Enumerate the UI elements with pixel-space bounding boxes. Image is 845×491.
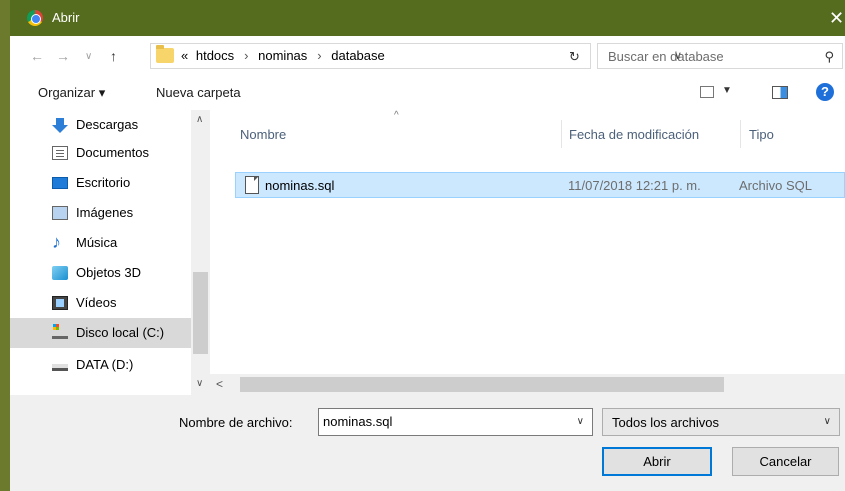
sidebar-item-videos[interactable]: Vídeos [10,288,191,318]
sidebar-item-documentos[interactable]: Documentos [10,138,191,168]
column-header-type[interactable]: Tipo [749,110,839,148]
sidebar-item-data-drive[interactable]: DATA (D:) [10,350,191,380]
column-header-name[interactable]: Nombre [240,110,560,148]
preview-pane-icon[interactable] [772,86,788,99]
scroll-up-icon[interactable]: ∧ [196,114,203,125]
chrome-icon [27,10,43,26]
address-bar[interactable]: « htdocs › nominas › database ∨ [150,43,682,69]
footer-pane: Nombre de archivo: ∨ Todos los archivos … [10,395,845,491]
sidebar-item-label: Escritorio [76,175,131,190]
help-icon[interactable]: ? [816,83,834,101]
file-type: Archivo SQL [739,178,812,193]
chevron-right-icon[interactable]: › [244,48,248,63]
forward-arrow-icon[interactable]: → [56,48,70,64]
scroll-left-icon[interactable]: < [216,377,223,391]
sidebar-item-label: Documentos [76,145,149,160]
breadcrumb-item-database[interactable]: database [331,48,385,63]
breadcrumb-overflow[interactable]: « [181,48,188,63]
download-icon [52,118,68,133]
file-icon [245,176,259,194]
back-arrow-icon[interactable]: ← [30,48,44,64]
sidebar-item-objetos-3d[interactable]: Objetos 3D [10,258,191,288]
chevron-right-icon[interactable]: › [317,48,321,63]
navigation-pane: Descargas Documentos Escritorio Imágenes… [10,110,210,395]
file-name: nominas.sql [265,178,335,193]
3d-objects-icon [52,266,68,280]
organize-button[interactable]: Organizar ▾ [38,85,105,101]
images-icon [52,206,68,220]
column-header-label: Fecha de modificación [569,127,700,142]
search-box[interactable]: Buscar en database ⚲ [597,43,843,69]
scroll-down-icon[interactable]: ∨ [196,378,203,389]
sidebar-item-disco-local[interactable]: Disco local (C:) [10,318,191,348]
filename-input[interactable] [323,414,563,429]
column-divider[interactable] [740,120,741,148]
file-type-filter-value: Todos los archivos [612,415,719,430]
column-header-label: Tipo [749,127,774,142]
view-options-icon[interactable] [700,86,714,98]
table-row[interactable]: nominas.sql 11/07/2018 12:21 p. m. Archi… [235,172,845,198]
filename-label: Nombre de archivo: [179,415,293,430]
up-arrow-icon[interactable]: ↑ [110,48,117,64]
documents-icon [52,146,68,160]
sidebar-item-label: Vídeos [76,295,117,310]
chevron-down-icon[interactable]: ∨ [577,416,584,427]
sidebar-item-imagenes[interactable]: Imágenes [10,198,191,228]
scrollbar-thumb[interactable] [193,272,208,354]
sidebar-scrollbar[interactable]: ∧ ∨ [191,110,210,395]
breadcrumb-item-htdocs[interactable]: htdocs [196,48,234,63]
filename-combobox[interactable]: ∨ [318,408,593,436]
breadcrumb-item-nominas[interactable]: nominas [258,48,307,63]
sidebar-item-musica[interactable]: Música [10,228,191,258]
sidebar-item-label: Imágenes [76,205,134,220]
drive-icon [52,364,68,371]
sidebar-item-label: DATA (D:) [76,357,134,372]
file-list: ^ Nombre Fecha de modificación Tipo nomi… [210,110,845,374]
sidebar-item-label: Descargas [76,117,139,132]
file-type-filter-select[interactable]: Todos los archivos ∨ [602,408,840,436]
address-row: ← → ∨ ↑ « htdocs › nominas › database ∨ ↻ … [10,36,845,76]
desktop-icon [52,177,68,189]
column-header-label: Nombre [240,127,287,142]
folder-icon [156,45,174,63]
sidebar-item-label: Música [76,235,118,250]
videos-icon [52,296,68,310]
column-divider[interactable] [561,120,562,148]
cancel-button[interactable]: Cancelar [732,447,839,476]
view-dropdown-chevron-icon[interactable]: ▼ [722,85,732,96]
refresh-icon[interactable]: ↻ [569,49,580,65]
sidebar-item-descargas[interactable]: Descargas [10,110,191,140]
sidebar-item-label: Disco local (C:) [76,325,165,340]
search-icon[interactable]: ⚲ [824,49,834,65]
breadcrumb: « htdocs › nominas › database [181,48,389,63]
open-dialog: ← → ∨ ↑ « htdocs › nominas › database ∨ ↻ … [10,36,845,491]
close-icon[interactable]: ✕ [829,0,845,36]
new-folder-button[interactable]: Nueva carpeta [156,85,241,100]
toolbar: Organizar ▾ Nueva carpeta ▼ ? [10,76,845,110]
title-bar: Abrir ✕ [10,0,845,36]
horizontal-scrollbar[interactable]: < [210,374,845,395]
scrollbar-thumb[interactable] [240,377,724,392]
local-disk-icon [52,324,68,339]
music-icon [52,232,68,253]
sidebar-item-escritorio[interactable]: Escritorio [10,168,191,198]
file-modified: 11/07/2018 12:21 p. m. [568,178,701,193]
sidebar-item-label: Objetos 3D [76,265,142,280]
recent-locations-chevron-icon[interactable]: ∨ [85,51,92,62]
column-header-modified[interactable]: Fecha de modificación [569,110,739,148]
search-input[interactable]: Buscar en database [608,49,724,64]
chevron-down-icon[interactable]: ∨ [824,416,831,427]
window-title: Abrir [52,10,80,25]
open-button[interactable]: Abrir [602,447,712,476]
